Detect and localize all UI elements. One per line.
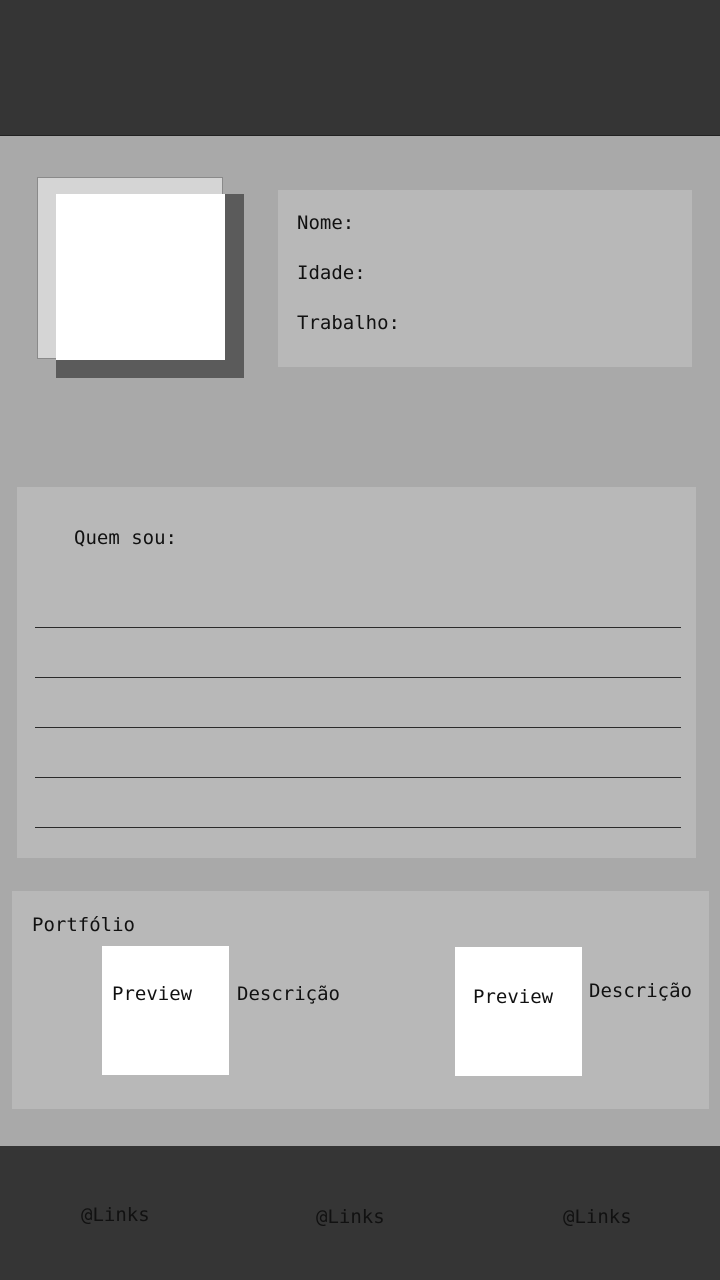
about-text-line[interactable] <box>35 827 681 828</box>
portfolio-title: Portfólio <box>32 914 135 936</box>
about-title: Quem sou: <box>74 527 177 549</box>
photo-placeholder <box>56 194 225 360</box>
footer-link-2[interactable]: @Links <box>316 1206 385 1228</box>
about-text-line[interactable] <box>35 777 681 778</box>
footer-bar: @Links @Links @Links <box>0 1146 720 1280</box>
about-text-line[interactable] <box>35 727 681 728</box>
profile-info-panel: Nome: Idade: Trabalho: <box>278 190 692 367</box>
preview-label: Preview <box>473 986 554 1008</box>
about-text-line[interactable] <box>35 677 681 678</box>
footer-link-1[interactable]: @Links <box>81 1204 150 1226</box>
portfolio-description-1: Descrição <box>237 983 340 1005</box>
age-label: Idade: <box>297 262 366 284</box>
portfolio-panel: Portfólio Preview Descrição Preview Desc… <box>12 891 709 1109</box>
portfolio-preview-1[interactable]: Preview <box>102 946 229 1075</box>
about-panel: Quem sou: <box>17 487 696 858</box>
portfolio-preview-2[interactable]: Preview <box>455 947 582 1076</box>
about-text-line[interactable] <box>35 627 681 628</box>
header-bar <box>0 0 720 136</box>
job-label: Trabalho: <box>297 312 400 334</box>
name-label: Nome: <box>297 212 355 234</box>
portfolio-description-2: Descrição <box>589 980 692 1002</box>
preview-label: Preview <box>112 983 193 1005</box>
footer-link-3[interactable]: @Links <box>563 1206 632 1228</box>
